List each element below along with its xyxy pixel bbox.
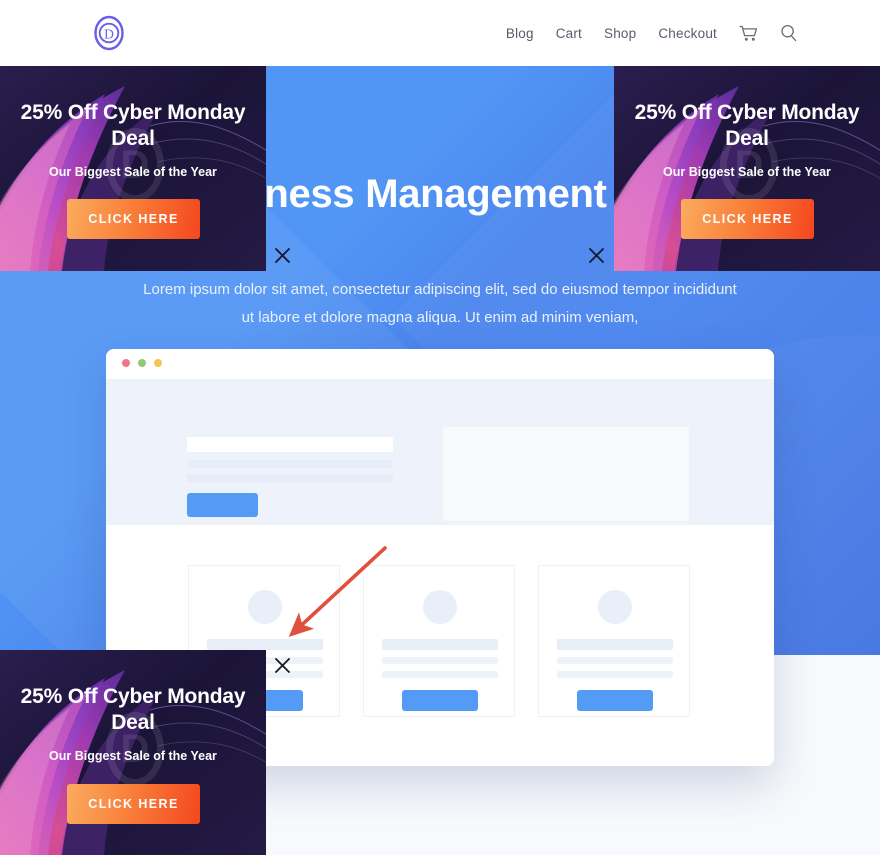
card-avatar [423, 590, 457, 624]
minimize-dot-icon [138, 359, 146, 367]
card-title-bar [382, 639, 498, 650]
card-avatar [248, 590, 282, 624]
popup-cta-button[interactable]: CLICK HERE [67, 784, 200, 824]
mockup-hero-area [106, 379, 774, 525]
card-button[interactable] [402, 690, 478, 711]
popup-close-button-top-left[interactable] [269, 242, 295, 268]
card-title-bar [557, 639, 673, 650]
popup-cta-button[interactable]: CLICK HERE [67, 199, 200, 239]
nav-item-shop[interactable]: Shop [604, 26, 636, 41]
nav-item-blog[interactable]: Blog [506, 26, 534, 41]
maximize-dot-icon [154, 359, 162, 367]
popup-title: 25% Off Cyber Monday Deal [20, 685, 246, 735]
popup-cta-button[interactable]: CLICK HERE [681, 199, 814, 239]
popup-top-left[interactable]: D 25% Off Cyber Monday Deal Our Biggest … [0, 66, 266, 271]
close-icon [588, 247, 604, 263]
card-text-bar [557, 671, 673, 678]
main-navigation: Blog Cart Shop Checkout [506, 0, 798, 66]
site-header: D Blog Cart Shop Checkout [0, 0, 880, 66]
search-icon[interactable] [780, 24, 798, 42]
page-root: D Blog Cart Shop Checkout Divi Business … [0, 0, 880, 855]
popup-subtitle: Our Biggest Sale of the Year [663, 165, 831, 179]
popup-close-button-bottom-left[interactable] [269, 652, 295, 678]
divi-logo[interactable]: D [90, 14, 128, 52]
card-text-bar [382, 671, 498, 678]
popup-subtitle: Our Biggest Sale of the Year [49, 749, 217, 763]
popup-top-right[interactable]: D 25% Off Cyber Monday Deal Our Biggest … [614, 66, 880, 271]
placeholder-text-bar [187, 474, 393, 482]
cart-icon[interactable] [739, 25, 758, 42]
feature-card[interactable] [363, 565, 515, 717]
browser-titlebar [106, 349, 774, 379]
feature-card[interactable] [538, 565, 690, 717]
hero-paragraph: Lorem ipsum dolor sit amet, consectetur … [143, 281, 737, 326]
placeholder-text-bar [187, 460, 393, 468]
nav-item-cart[interactable]: Cart [556, 26, 582, 41]
popup-title: 25% Off Cyber Monday Deal [20, 101, 246, 151]
close-icon [274, 657, 290, 673]
placeholder-heading-bar [187, 437, 393, 452]
card-avatar [598, 590, 632, 624]
card-title-bar [207, 639, 323, 650]
popup-close-button-top-right[interactable] [583, 242, 609, 268]
card-text-bar [382, 657, 498, 664]
divi-logo-icon: D [94, 15, 124, 51]
popup-subtitle: Our Biggest Sale of the Year [49, 165, 217, 179]
close-icon [274, 247, 290, 263]
card-button[interactable] [577, 690, 653, 711]
card-text-bar [557, 657, 673, 664]
divi-logo-letter: D [104, 26, 114, 41]
popup-bottom-left[interactable]: D 25% Off Cyber Monday Deal Our Biggest … [0, 650, 266, 855]
popup-title: 25% Off Cyber Monday Deal [634, 101, 860, 151]
mockup-media-placeholder [442, 426, 690, 522]
nav-item-checkout[interactable]: Checkout [658, 26, 717, 41]
mockup-cta-button[interactable] [187, 493, 258, 517]
close-dot-icon [122, 359, 130, 367]
